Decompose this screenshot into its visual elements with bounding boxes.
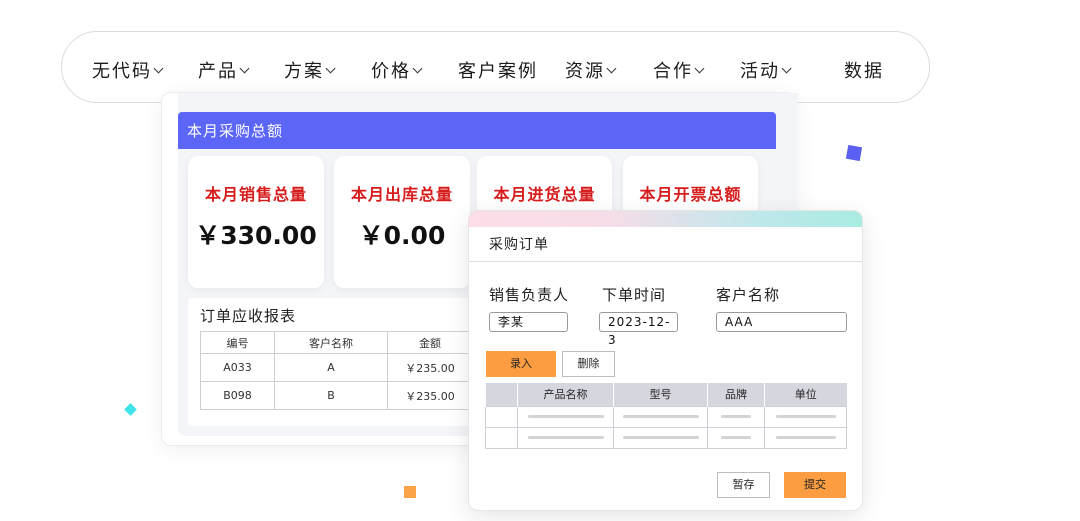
table-cell xyxy=(517,426,614,449)
table-row[interactable]: A033 A ￥235.00 xyxy=(200,353,473,382)
stat-label: 本月销售总量 xyxy=(204,185,307,204)
column-header: 型号 xyxy=(613,383,708,406)
placeholder-bar xyxy=(721,436,751,439)
divider xyxy=(469,261,862,262)
chevron-down-icon xyxy=(153,63,164,73)
chevron-down-icon xyxy=(412,63,423,73)
delete-button[interactable]: 删除 xyxy=(562,351,615,377)
nav-item-events[interactable]: 活动 xyxy=(740,57,792,83)
salesperson-input[interactable]: 李某 xyxy=(489,312,568,332)
nav-item-label: 活动 xyxy=(740,61,780,82)
stat-value: ￥0.00 xyxy=(358,221,446,250)
nav-item-label: 合作 xyxy=(653,61,693,82)
nav-item-label: 数据 xyxy=(844,61,884,82)
placeholder-bar xyxy=(527,415,604,418)
report-table: 编号 客户名称 金额 A033 A ￥235.00 B098 B ￥235.00 xyxy=(200,331,473,410)
stat-label: 本月开票总额 xyxy=(639,185,742,204)
decorative-square xyxy=(124,403,137,416)
table-cell xyxy=(707,426,765,449)
column-header: 客户名称 xyxy=(274,331,388,354)
nav-item-nocode[interactable]: 无代码 xyxy=(92,57,164,83)
order-items-table: 产品名称 型号 品牌 单位 xyxy=(485,383,847,449)
column-header: 编号 xyxy=(200,331,275,354)
placeholder-bar xyxy=(775,436,836,439)
column-header: 品牌 xyxy=(707,383,765,406)
nav-item-label: 资源 xyxy=(565,61,605,82)
nav-item-label: 方案 xyxy=(284,61,324,82)
nav-item-cases[interactable]: 客户案例 xyxy=(458,57,538,83)
decorative-square xyxy=(845,144,863,162)
placeholder-bar xyxy=(622,436,699,439)
column-header xyxy=(485,383,518,406)
nav-item-product[interactable]: 产品 xyxy=(198,57,250,83)
field-label-order-date: 下单时间 xyxy=(602,286,667,304)
order-title: 采购订单 xyxy=(489,237,549,253)
table-row[interactable] xyxy=(485,405,847,428)
save-draft-button[interactable]: 暂存 xyxy=(717,472,770,498)
nav-item-label: 价格 xyxy=(371,61,411,82)
table-cell: B098 xyxy=(200,381,275,410)
nav-item-label: 无代码 xyxy=(92,61,152,82)
placeholder-bar xyxy=(527,436,604,439)
report-title: 订单应收报表 xyxy=(200,307,297,325)
table-cell: ￥235.00 xyxy=(387,381,473,410)
placeholder-bar xyxy=(775,415,836,418)
table-cell xyxy=(764,426,847,449)
decorative-square xyxy=(404,486,416,498)
column-header: 单位 xyxy=(764,383,847,406)
customer-name-input[interactable]: AAA xyxy=(716,312,847,332)
table-header-row: 编号 客户名称 金额 xyxy=(200,331,473,354)
chevron-down-icon xyxy=(239,63,250,73)
nav-item-solution[interactable]: 方案 xyxy=(284,57,336,83)
placeholder-bar xyxy=(622,415,699,418)
stat-card-sales: 本月销售总量 ￥330.00 xyxy=(188,156,324,288)
table-cell: A xyxy=(274,353,388,382)
nav-item-pricing[interactable]: 价格 xyxy=(371,57,423,83)
field-label-customer: 客户名称 xyxy=(716,286,781,304)
field-label-salesperson: 销售负责人 xyxy=(489,286,570,304)
table-cell xyxy=(485,405,518,428)
card-gradient-bar xyxy=(469,211,862,227)
stat-card-outbound: 本月出库总量 ￥0.00 xyxy=(334,156,470,288)
purchase-order-card: 采购订单 销售负责人 下单时间 客户名称 李某 2023-12-3 AAA 录入… xyxy=(468,210,863,511)
enter-button[interactable]: 录入 xyxy=(486,351,556,377)
table-cell: A033 xyxy=(200,353,275,382)
table-cell xyxy=(613,405,708,428)
placeholder-bar xyxy=(721,415,751,418)
stat-value: ￥330.00 xyxy=(195,221,317,250)
nav-item-data[interactable]: 数据 xyxy=(844,57,884,83)
table-cell xyxy=(707,405,765,428)
table-cell xyxy=(613,426,708,449)
table-cell xyxy=(517,405,614,428)
order-date-input[interactable]: 2023-12-3 xyxy=(599,312,678,347)
stat-label: 本月出库总量 xyxy=(350,185,453,204)
table-row[interactable] xyxy=(485,426,847,449)
table-row[interactable]: B098 B ￥235.00 xyxy=(200,381,473,410)
table-cell: ￥235.00 xyxy=(387,353,473,382)
chevron-down-icon xyxy=(694,63,705,73)
table-cell: B xyxy=(274,381,388,410)
chevron-down-icon xyxy=(781,63,792,73)
stat-label: 本月进货总量 xyxy=(493,185,596,204)
column-header: 产品名称 xyxy=(517,383,614,406)
table-cell xyxy=(485,426,518,449)
receivable-report: 订单应收报表 编号 客户名称 金额 A033 A ￥235.00 B098 B … xyxy=(188,298,488,426)
dashboard-header: 本月采购总额 xyxy=(178,112,776,149)
table-header-row: 产品名称 型号 品牌 单位 xyxy=(485,383,847,406)
chevron-down-icon xyxy=(606,63,617,73)
nav-item-label: 客户案例 xyxy=(458,61,538,82)
nav-item-partner[interactable]: 合作 xyxy=(653,57,705,83)
chevron-down-icon xyxy=(325,63,336,73)
table-cell xyxy=(764,405,847,428)
nav-item-resources[interactable]: 资源 xyxy=(565,57,617,83)
submit-button[interactable]: 提交 xyxy=(784,472,846,498)
column-header: 金额 xyxy=(387,331,473,354)
nav-item-label: 产品 xyxy=(198,61,238,82)
